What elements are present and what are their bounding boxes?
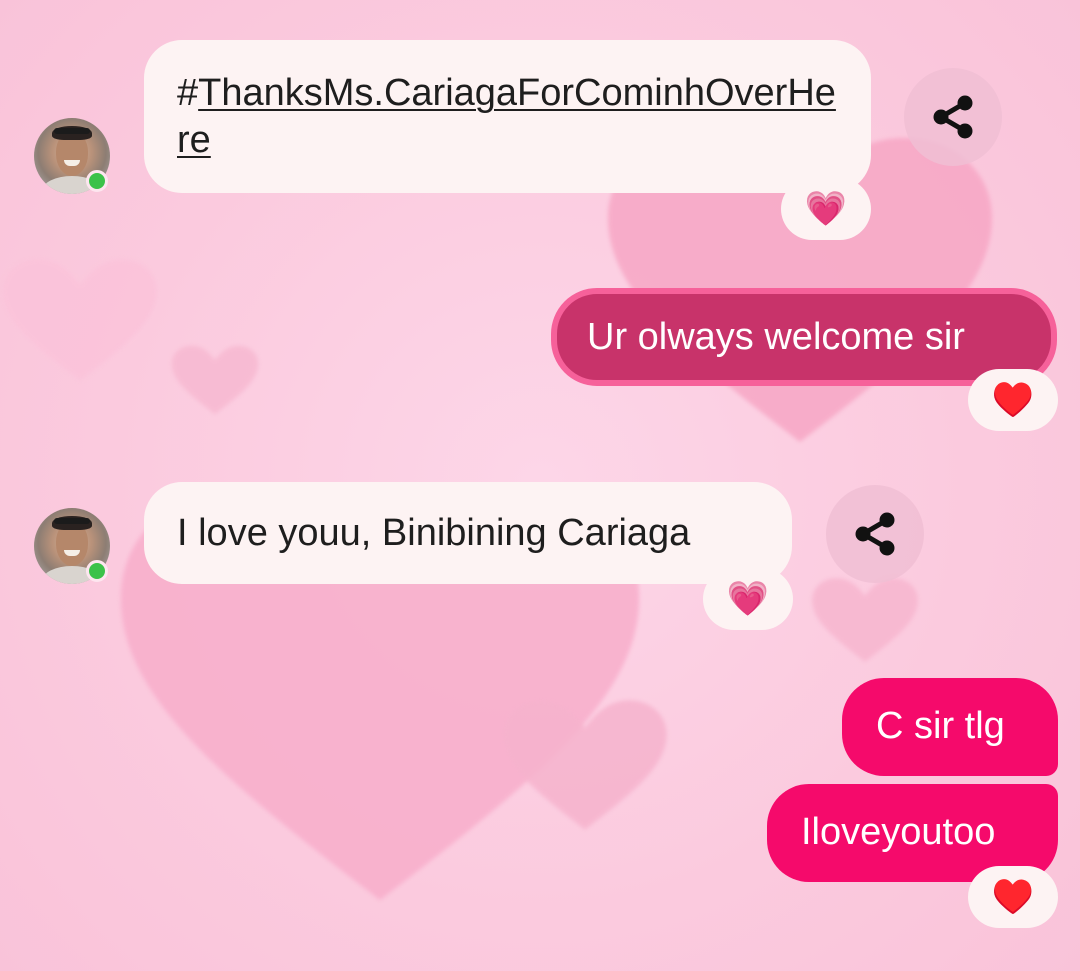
message-bubble-outgoing[interactable]: Ur olways welcome sir [551,288,1057,386]
message-text: Ur olways welcome sir [587,316,965,358]
message-reaction[interactable]: 💗 [703,568,793,630]
share-icon [933,95,973,139]
heart-reaction-icon: ♥️ [991,877,1035,917]
background-heart-decoration [503,700,667,830]
share-button[interactable] [826,485,924,583]
background-heart-decoration [812,578,918,662]
message-reaction[interactable]: ♥️ [968,866,1058,928]
message-reaction[interactable]: ♥️ [968,369,1058,431]
share-icon [855,512,895,556]
heart-reaction-icon: ♥️ [991,380,1035,420]
message-text: I love youu, Binibining Cariaga [177,512,691,554]
message-bubble-incoming[interactable]: I love youu, Binibining Cariaga [144,482,792,584]
heart-reaction-icon: 💗 [726,579,770,619]
message-text: Iloveyoutoo [801,811,996,853]
background-heart-decoration [3,259,157,381]
message-reaction[interactable]: 💗 [781,178,871,240]
message-text: C sir tlg [876,705,1005,747]
hashtag-prefix: # [177,72,199,114]
online-status-dot [86,560,108,582]
heart-reaction-icon: 💗 [804,189,848,229]
online-status-dot [86,170,108,192]
share-button[interactable] [904,68,1002,166]
hashtag-link[interactable]: ThanksMs.CariagaForCominhOverHere [177,72,836,161]
background-heart-decoration [171,345,259,415]
message-bubble-incoming[interactable]: #ThanksMs.CariagaForCominhOverHere [144,40,871,193]
message-bubble-outgoing[interactable]: C sir tlg [842,678,1058,776]
